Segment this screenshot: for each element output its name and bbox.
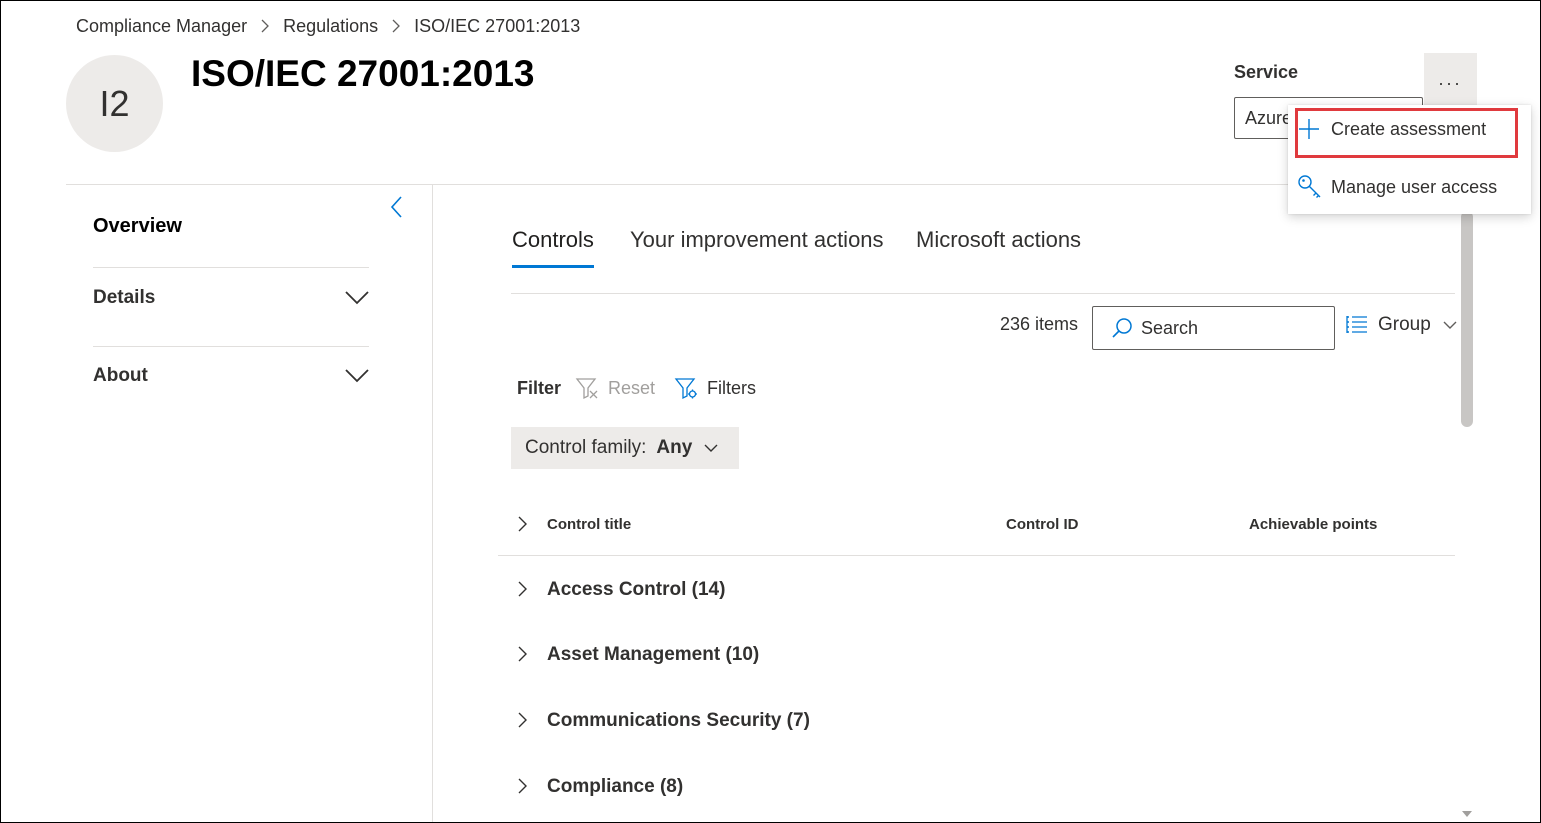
group-button[interactable]: Group [1346,312,1457,338]
group-count: (10) [725,644,760,665]
filter-label: Filter [517,378,562,398]
chevron-down-icon [345,291,369,305]
control-family-filter-pill[interactable]: Control family: Any [511,427,739,469]
pane-divider [432,185,433,822]
nav-divider [93,267,369,268]
group-title: Asset Management [547,644,721,665]
breadcrumb-regulations[interactable]: Regulations [283,16,378,37]
more-options-button[interactable]: ... [1424,53,1477,105]
filters-button[interactable]: Filters [674,376,756,400]
menu-item-label: Manage user access [1331,176,1498,197]
breadcrumb: Compliance Manager Regulations ISO/IEC 2… [76,14,580,38]
reset-filters-button[interactable]: Reset [575,376,655,400]
nav-section-label: About [93,365,148,386]
page-title: ISO/IEC 27001:2013 [191,53,535,94]
app-window: Compliance Manager Regulations ISO/IEC 2… [0,0,1541,823]
collapse-pane-button[interactable] [389,195,405,219]
header-divider [66,184,1461,185]
breadcrumb-compliance-manager[interactable]: Compliance Manager [76,16,247,37]
nav-overview[interactable]: Overview [93,215,182,238]
avatar: I2 [66,55,163,152]
pill-value: Any [656,437,693,458]
group-count: (8) [659,776,684,797]
reset-label: Reset [608,377,656,398]
service-value: Azure [1245,108,1293,128]
scroll-down-arrow-icon[interactable] [1459,808,1475,820]
add-icon [1297,117,1327,141]
active-tab-indicator [512,265,594,268]
scrollbar-thumb[interactable] [1461,211,1473,427]
column-header-control-id[interactable]: Control ID [1006,516,1079,533]
group-row[interactable]: Asset Management (10) [498,635,1455,675]
column-header-achievable-points[interactable]: Achievable points [1249,516,1377,533]
search-box[interactable] [1092,306,1335,350]
chevron-right-icon [518,778,527,794]
group-list-icon [1346,316,1367,333]
table-header-divider [498,555,1455,556]
chevron-down-icon [704,444,718,452]
nav-divider [93,346,369,347]
expand-all-icon[interactable] [516,515,528,533]
clear-filter-icon [575,378,598,400]
search-icon [1112,318,1132,338]
nav-section-label: Details [93,287,156,308]
column-header-control-title[interactable]: Control title [547,516,631,533]
filter-settings-icon [674,378,697,400]
menu-item-create-assessment[interactable]: Create assessment [1288,107,1531,151]
group-row[interactable]: Communications Security (7) [498,701,1455,741]
service-label: Service [1234,62,1299,82]
group-title: Communications Security [547,710,782,731]
chevron-left-icon [390,196,402,218]
group-count: (7) [786,710,810,731]
chevron-right-icon [518,646,527,662]
filters-label: Filters [707,377,756,398]
pill-label: Control family: [525,437,647,458]
chevron-right-icon [247,19,283,33]
group-title: Compliance [547,776,655,797]
tab-your-improvement-actions[interactable]: Your improvement actions [630,227,884,253]
nav-section-about[interactable]: About [93,361,369,391]
chevron-right-icon [518,581,527,597]
key-icon [1297,174,1327,200]
item-count: 236 items [1000,314,1079,334]
group-title: Access Control [547,579,687,600]
chevron-down-icon [345,369,369,383]
tab-microsoft-actions[interactable]: Microsoft actions [916,227,1081,253]
ellipsis-icon: ... [1438,68,1463,89]
tabs-divider [511,293,1455,294]
group-count: (14) [691,579,726,600]
group-label: Group [1378,314,1431,335]
chevron-right-icon [378,19,414,33]
menu-item-label: Create assessment [1331,118,1487,139]
search-input[interactable] [1141,317,1321,339]
chevron-down-icon [1443,321,1457,329]
menu-item-manage-user-access[interactable]: Manage user access [1288,165,1531,209]
group-row[interactable]: Compliance (8) [498,767,1455,807]
tab-controls[interactable]: Controls [512,227,594,253]
chevron-right-icon [518,712,527,728]
group-row[interactable]: Access Control (14) [498,570,1455,610]
nav-section-details[interactable]: Details [93,283,369,313]
avatar-initials: I2 [99,82,130,124]
breadcrumb-current: ISO/IEC 27001:2013 [414,15,581,36]
